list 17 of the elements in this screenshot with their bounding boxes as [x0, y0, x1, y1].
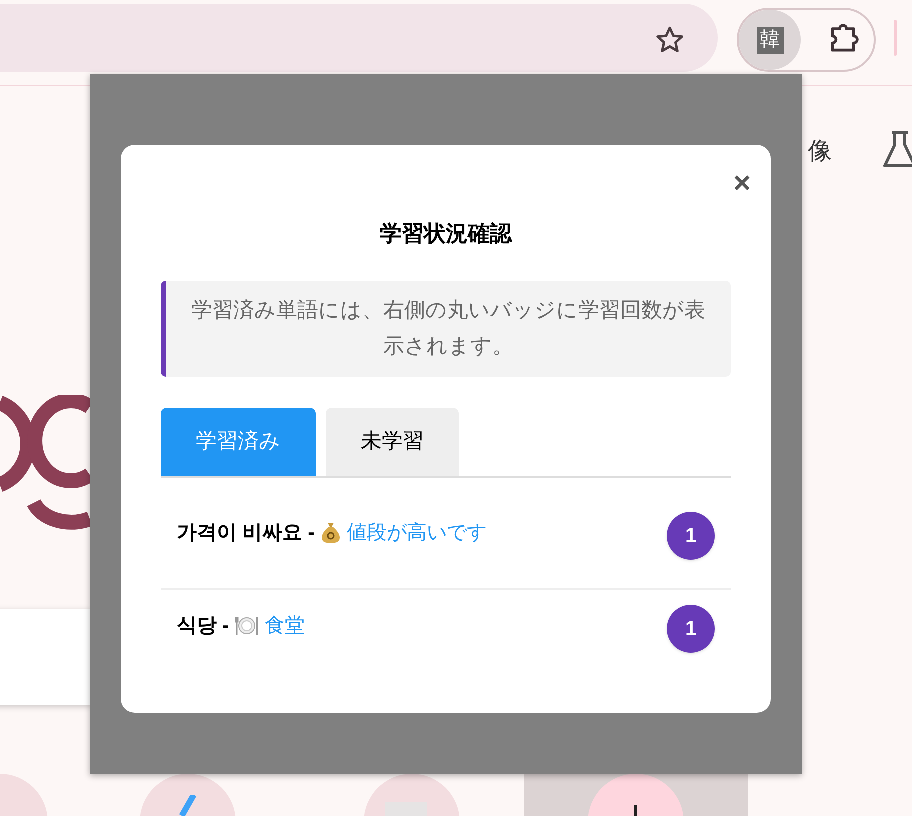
korean-word: 식당 -: [177, 614, 230, 639]
bookmark-star-icon[interactable]: [655, 25, 685, 55]
flask-icon[interactable]: [882, 130, 912, 170]
count-badge: 1: [667, 605, 715, 653]
money-bag-icon: [320, 522, 341, 544]
japanese-meaning: 食堂: [265, 614, 306, 639]
nav-link[interactable]: 像: [808, 134, 832, 170]
plate-icon: [235, 615, 260, 637]
japanese-meaning: 値段が高いです: [346, 521, 487, 546]
search-box[interactable]: [0, 609, 92, 705]
info-note: 学習済み単語には、右側の丸いバッジに学習回数が表示されます。: [161, 281, 731, 377]
korean-word: 가격이 비싸요 -: [177, 521, 315, 546]
dialog-title: 学習状況確認: [379, 220, 514, 248]
close-button[interactable]: ×: [733, 169, 751, 199]
add-icon: [634, 805, 637, 816]
count-badge: 1: [667, 512, 715, 560]
tab[interactable]: 未学習: [326, 408, 459, 476]
